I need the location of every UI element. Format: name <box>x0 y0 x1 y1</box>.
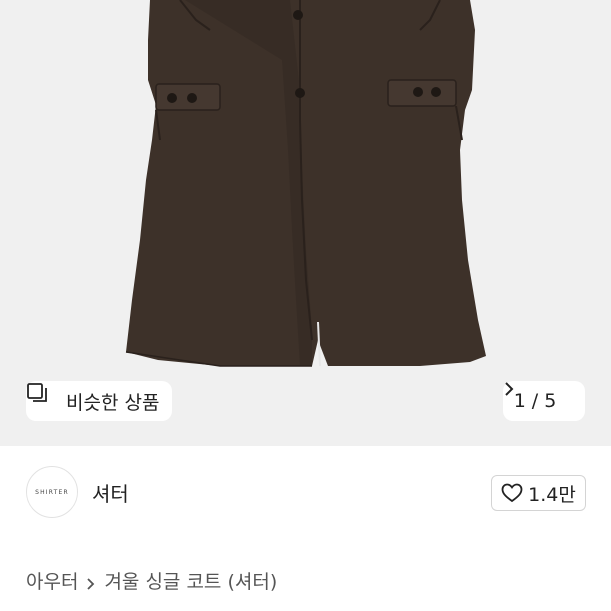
similar-items-icon <box>27 383 60 412</box>
coat-image <box>125 0 486 367</box>
breadcrumb-product[interactable]: 겨울 싱글 코트 (셔터) <box>104 567 277 594</box>
image-pager[interactable]: 1 / 5 <box>503 381 585 421</box>
shop-name[interactable]: 셔터 <box>92 478 129 507</box>
similar-items-button[interactable]: 비슷한 상품 <box>26 381 172 421</box>
shop-logo[interactable]: SHIRTER <box>26 466 78 518</box>
similar-items-label: 비슷한 상품 <box>66 391 160 414</box>
shop-row: SHIRTER 셔터 1.4만 <box>0 446 611 542</box>
chevron-right-icon <box>505 382 574 409</box>
shop-logo-text: SHIRTER <box>35 488 69 496</box>
heart-icon <box>501 483 523 503</box>
product-image-area[interactable]: 비슷한 상품 1 / 5 <box>0 0 611 446</box>
like-count: 1.4만 <box>528 483 576 506</box>
breadcrumb-category[interactable]: 아우터 <box>26 567 78 594</box>
pager-current: 1 <box>513 390 526 412</box>
pager-separator: / <box>531 390 539 412</box>
breadcrumb: 아우터 겨울 싱글 코트 (셔터) <box>26 567 277 594</box>
like-button[interactable]: 1.4만 <box>491 475 586 511</box>
pager-total: 5 <box>544 390 557 412</box>
chevron-right-icon <box>86 574 96 590</box>
